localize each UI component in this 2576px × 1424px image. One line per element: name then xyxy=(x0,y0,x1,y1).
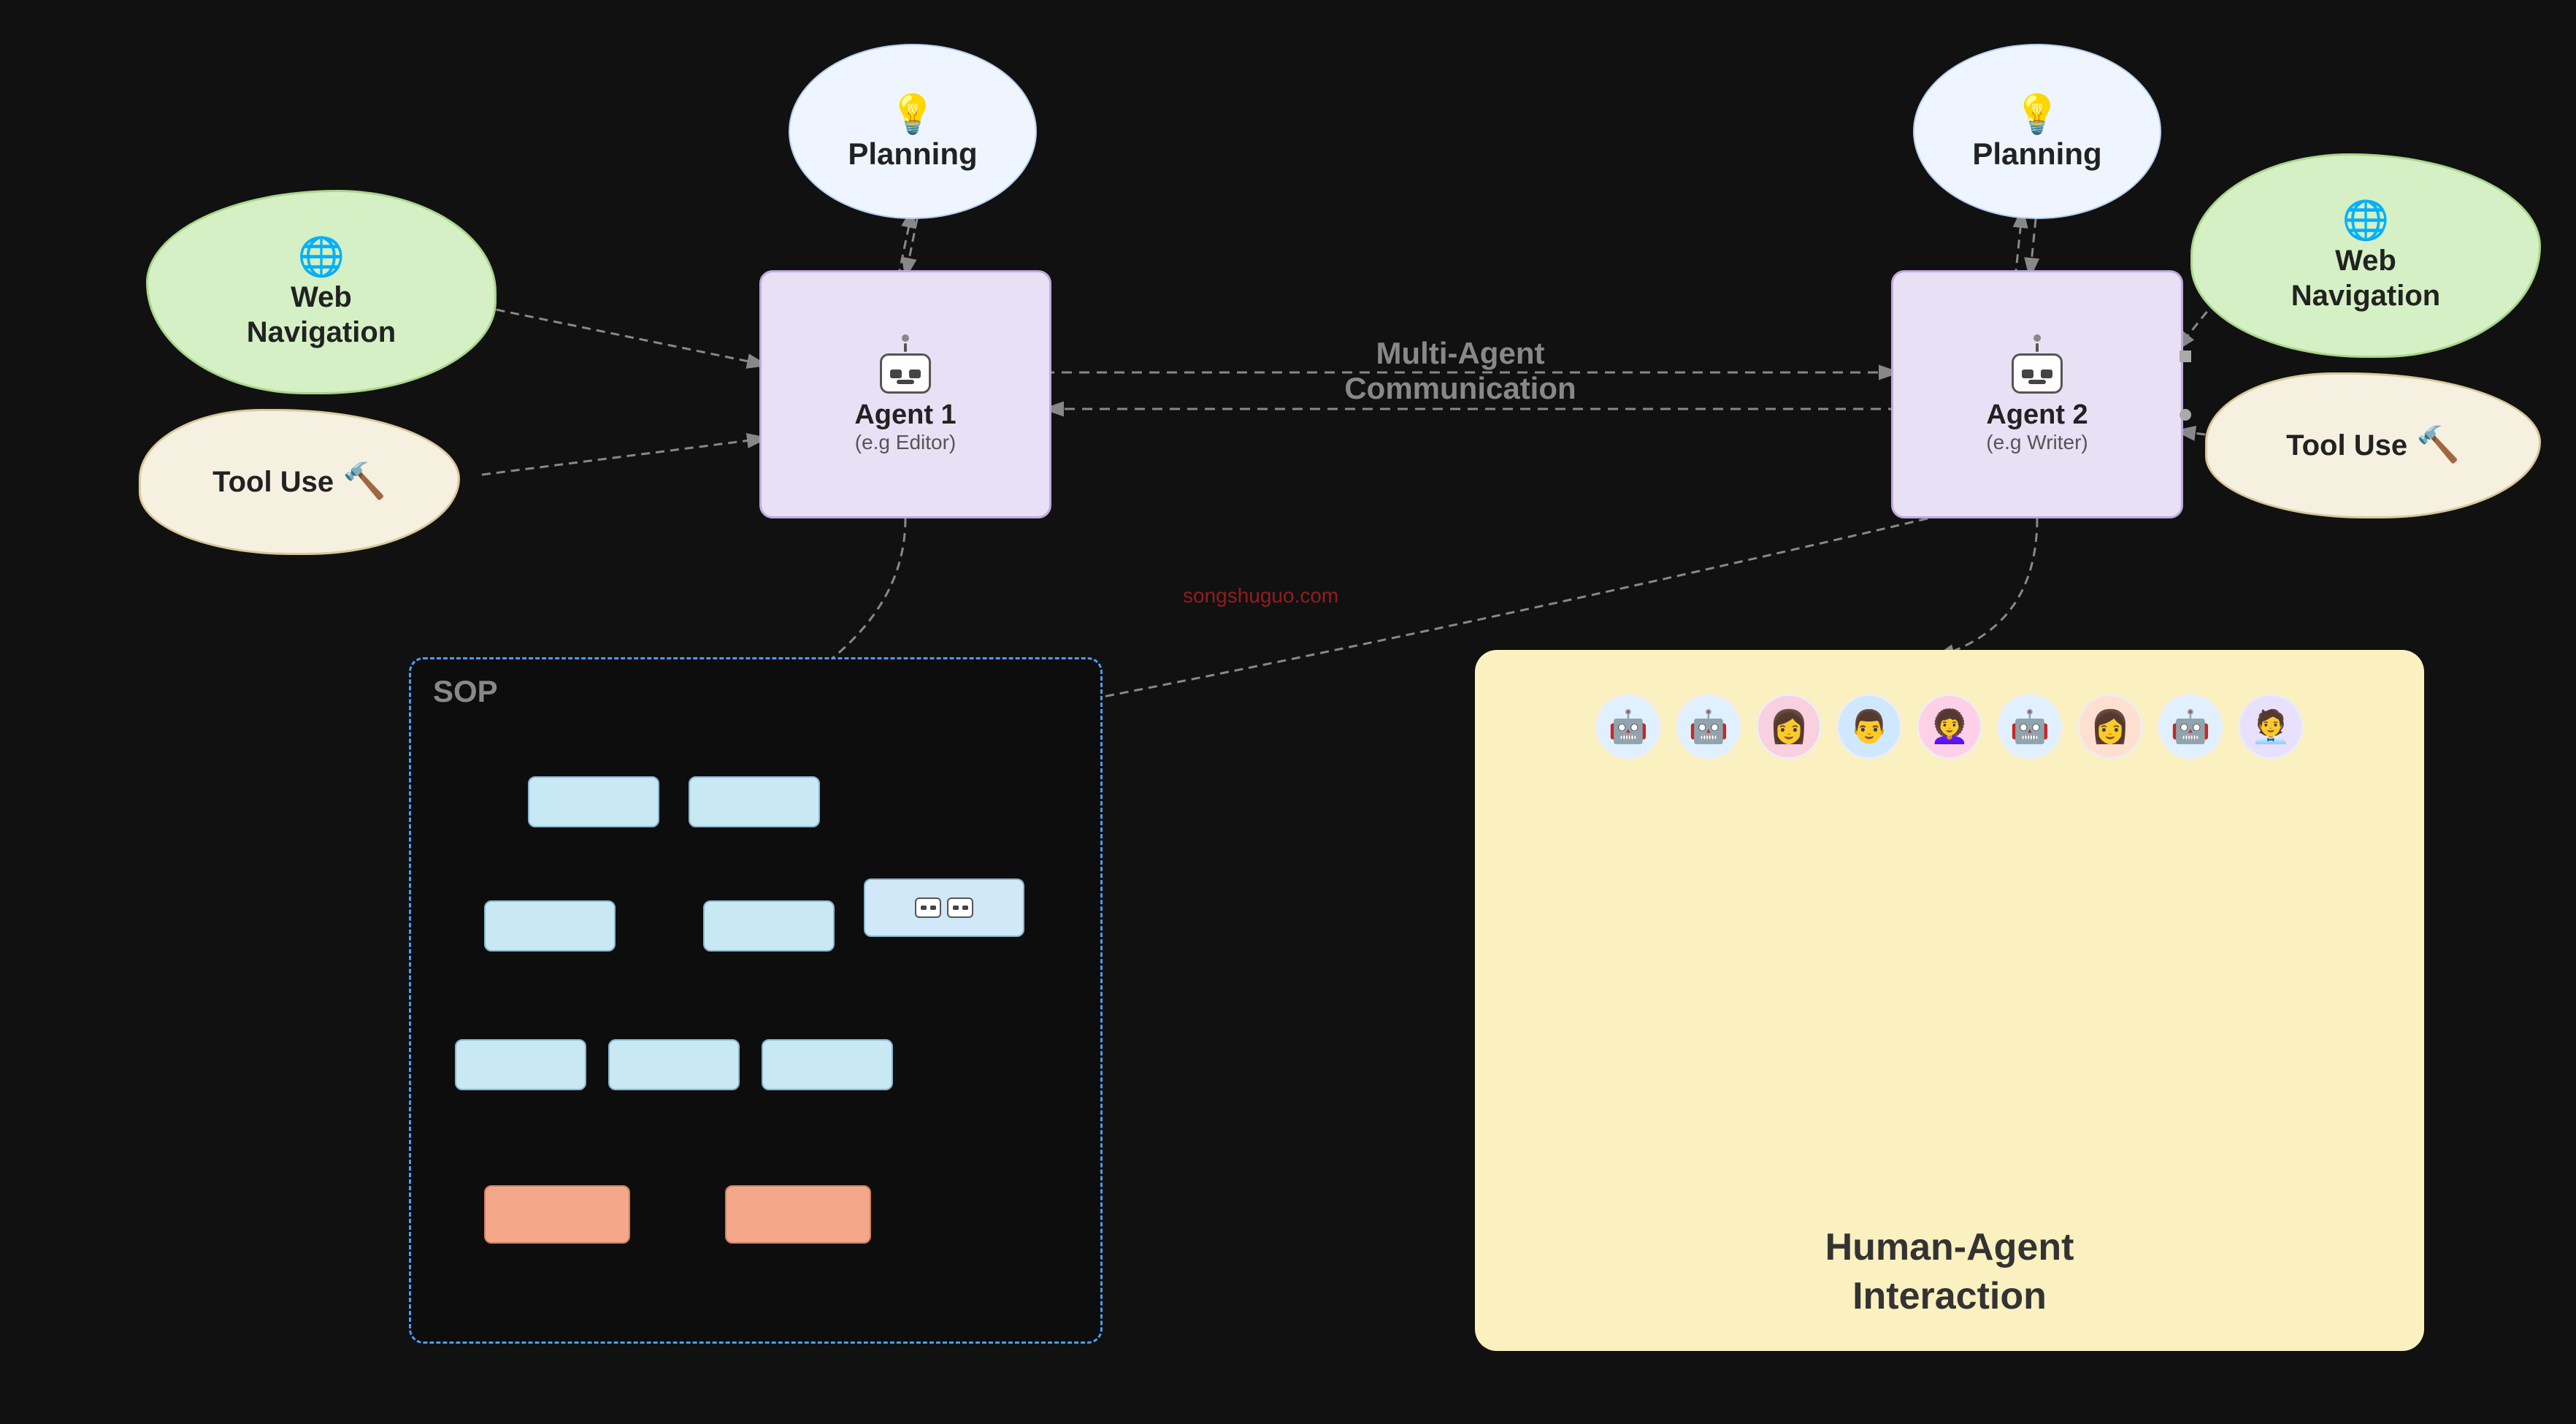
sop-lower-left-1 xyxy=(455,1039,586,1090)
human-agent-box: 🤖 🤖 👩 👨 👩‍🦱 🤖 👩 🤖 🧑‍💼 Human-Agent Intera… xyxy=(1475,650,2424,1351)
tool-use-right-label: Tool Use xyxy=(2286,428,2407,463)
planning-bubble-2: 💡 Planning xyxy=(1913,44,2161,219)
agent2-robot-icon xyxy=(2012,334,2063,394)
sop-lower-left-2 xyxy=(608,1039,740,1090)
agent2-box: Agent 2 (e.g Writer) xyxy=(1891,270,2183,518)
agent2-label: Agent 2 xyxy=(1986,399,2088,431)
avatar-grid: 🤖 🤖 👩 👨 👩‍🦱 🤖 👩 🤖 🧑‍💼 xyxy=(1475,679,2424,774)
avatar-robot-2: 🤖 xyxy=(1676,694,1741,759)
planning1-emoji: 💡 xyxy=(889,92,937,137)
sop-bottom-left xyxy=(484,1185,630,1244)
avatar-person-2: 👨 xyxy=(1836,694,1902,759)
sop-top-box-1 xyxy=(528,776,659,827)
tool-use-right-emoji: 🔨 xyxy=(2416,424,2460,467)
agent2-sublabel: (e.g Writer) xyxy=(1986,431,2088,454)
planning-bubble-1: 💡 Planning xyxy=(789,44,1037,219)
tool-use-right: Tool Use 🔨 xyxy=(2205,372,2541,518)
sop-lower-right xyxy=(762,1039,893,1090)
avatar-person-4: 👩 xyxy=(2077,694,2143,759)
sop-bottom-right xyxy=(725,1185,871,1244)
planning2-label: Planning xyxy=(1972,137,2101,172)
web-nav-right-label: Web Navigation xyxy=(2291,243,2440,313)
watermark: songshuguo.com xyxy=(1183,584,1338,608)
planning2-emoji: 💡 xyxy=(2014,92,2061,137)
web-nav-left-label: Web Navigation xyxy=(247,280,396,350)
sop-box: SOP xyxy=(409,657,1103,1344)
agent1-sublabel: (e.g Editor) xyxy=(855,431,957,454)
comm-line1: Multi-Agent xyxy=(1132,336,1789,371)
sop-robot-box xyxy=(864,878,1024,937)
web-nav-left: 🌐 Web Navigation xyxy=(146,190,497,394)
avatar-robot-3: 🤖 xyxy=(1997,694,2063,759)
avatar-person-1: 👩 xyxy=(1756,694,1822,759)
diagram: 💡 Planning 💡 Planning 🌐 Web Navigation 🌐… xyxy=(0,0,2576,1424)
avatar-robot-4: 🤖 xyxy=(2158,694,2223,759)
agent1-robot-icon xyxy=(880,334,931,394)
tool-use-left-emoji: 🔨 xyxy=(342,461,386,503)
avatar-robot-1: 🤖 xyxy=(1595,694,1661,759)
web-nav-right-emoji: 🌐 xyxy=(2342,198,2390,243)
web-nav-left-emoji: 🌐 xyxy=(298,234,345,280)
tool-use-left: Tool Use 🔨 xyxy=(139,409,460,555)
connector-dot-2 xyxy=(2180,409,2191,421)
sop-mid-right xyxy=(703,900,835,952)
sop-mid-left xyxy=(484,900,616,952)
planning1-label: Planning xyxy=(848,137,977,172)
tool-use-left-label: Tool Use xyxy=(212,464,334,499)
human-agent-label: Human-Agent Interaction xyxy=(1825,1223,2074,1322)
agent1-label: Agent 1 xyxy=(854,399,956,431)
comm-line2: Communication xyxy=(1132,371,1789,406)
avatar-person-5: 🧑‍💼 xyxy=(2238,694,2304,759)
sop-label: SOP xyxy=(433,674,498,709)
agent1-box: Agent 1 (e.g Editor) xyxy=(759,270,1051,518)
avatar-person-3: 👩‍🦱 xyxy=(1917,694,1982,759)
web-nav-right: 🌐 Web Navigation xyxy=(2190,153,2541,358)
communication-label: Multi-Agent Communication xyxy=(1132,336,1789,406)
connector-dot-1 xyxy=(2180,351,2191,362)
sop-top-box-2 xyxy=(689,776,820,827)
